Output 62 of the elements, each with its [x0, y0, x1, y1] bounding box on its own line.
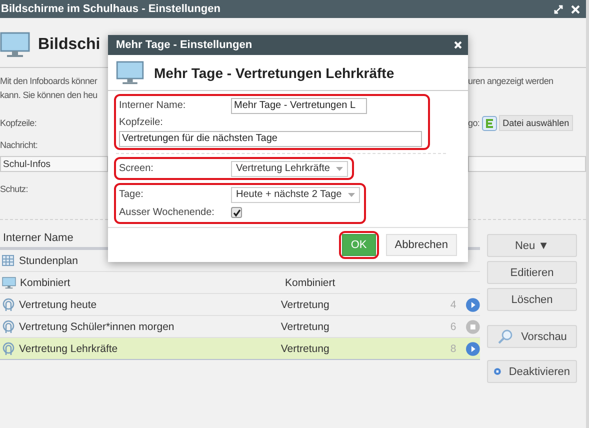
logo-icon [482, 116, 497, 130]
dialog-heading: Mehr Tage - Vertretungen Lehrkräfte [154, 64, 394, 80]
message-field[interactable]: Schul-Infos [0, 156, 108, 172]
column-header[interactable]: Interner Name [3, 232, 74, 244]
table-cell: Vertretung Schüler*innen morgen [19, 320, 174, 332]
field-label: go: [468, 117, 480, 130]
checkbox[interactable] [231, 207, 242, 218]
table-row[interactable]: Vertretung Lehrkräfte Vertretung 8 [0, 338, 480, 360]
arch-icon [2, 342, 15, 356]
window-title: Bildschirme im Schulhaus - Einstellungen [1, 3, 222, 15]
action-button[interactable]: Vorschau [487, 325, 577, 348]
table-cell: Kombiniert [20, 276, 70, 288]
intro-text: Mit den Infoboards könner [0, 75, 98, 88]
table-row[interactable]: Kombiniert Kombiniert [0, 272, 480, 294]
field-label: Kopfzeile: [0, 117, 37, 130]
intro-text: kann. Sie können den heu [0, 89, 98, 102]
monitor-icon [0, 32, 30, 58]
intro-text: uren angezeigt werden [468, 75, 554, 88]
field-label: Interner Name: [119, 100, 187, 111]
table-cell: 4 [450, 298, 456, 310]
page-heading: Bildschi [38, 36, 100, 54]
field-label: Screen: [119, 163, 154, 174]
arch-icon [2, 298, 15, 312]
caret-icon [336, 166, 343, 170]
table-cell: 8 [450, 342, 456, 354]
table-grid-icon [2, 254, 15, 267]
table-row[interactable]: Vertretung heute Vertretung 4 [0, 294, 480, 316]
expand-icon[interactable] [554, 4, 563, 14]
field-label: Ausser Wochenende: [119, 207, 216, 218]
field-label: Kopfzeile: [119, 116, 164, 128]
field-label: Schutz: [0, 183, 28, 196]
action-button[interactable]: Neu ▼ [487, 234, 577, 257]
monitor-icon [2, 276, 16, 288]
play-icon[interactable] [466, 342, 480, 356]
input-field[interactable]: Mehr Tage - Vertretungen L [231, 98, 367, 114]
table-cell: Kombiniert [285, 276, 336, 288]
monitor-icon [116, 60, 144, 84]
table-cell: Vertretung heute [19, 298, 97, 310]
arch-icon [2, 320, 15, 334]
play-icon[interactable] [466, 298, 480, 312]
table-cell: Stundenplan [19, 254, 78, 266]
close-icon[interactable] [571, 4, 580, 14]
dropdown[interactable]: Vertretung Lehrkräfte [231, 160, 348, 176]
dialog-title: Mehr Tage - Einstellungen [116, 39, 252, 51]
action-button[interactable]: Deaktivieren [487, 360, 577, 383]
table-cell: Vertretung [280, 320, 330, 332]
field-label: Nachricht: [0, 139, 38, 152]
table-cell: 6 [450, 320, 456, 332]
close-icon[interactable] [454, 41, 462, 49]
dropdown[interactable]: Heute + nächste 2 Tage [231, 186, 360, 202]
table-cell: Vertretung [280, 298, 330, 310]
caret-icon [348, 192, 355, 196]
cancel-button[interactable]: Abbrechen [386, 234, 457, 256]
action-button[interactable]: Löschen [487, 288, 577, 311]
message-field[interactable] [468, 156, 586, 172]
action-button[interactable]: Editieren [487, 261, 577, 284]
table-cell: Vertretung Lehrkräfte [19, 342, 118, 354]
choose-file-button[interactable]: Datei auswählen [498, 115, 574, 131]
field-label: Tage: [119, 189, 144, 200]
input-field[interactable]: Vertretungen für die nächsten Tage [119, 130, 422, 146]
search-icon [497, 328, 514, 344]
table-cell: Vertretung [280, 342, 330, 354]
